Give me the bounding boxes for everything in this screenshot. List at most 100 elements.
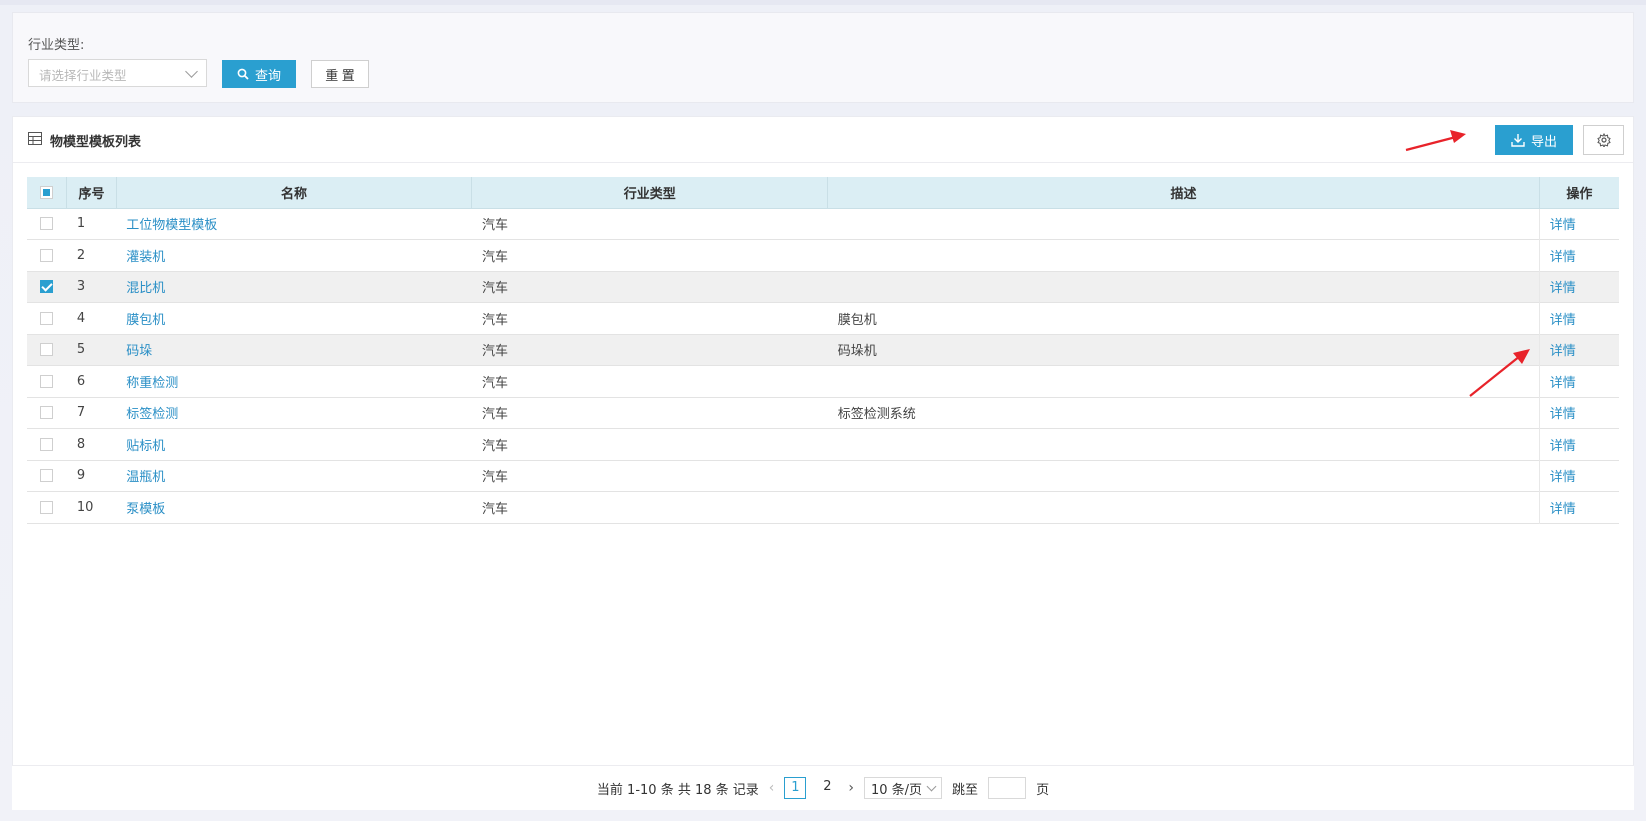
column-header-index: 序号: [66, 177, 117, 209]
row-checkbox[interactable]: [40, 406, 54, 420]
row-index: 3: [76, 279, 86, 295]
row-checkbox[interactable]: [40, 374, 54, 388]
row-checkbox[interactable]: [40, 437, 54, 451]
industry-type-select[interactable]: 请选择行业类型: [28, 59, 207, 87]
column-header-industry: 行业类型: [471, 177, 829, 209]
row-detail-link[interactable]: 详情: [1550, 376, 1576, 391]
gear-icon: [1596, 133, 1611, 147]
row-industry: 汽车: [481, 218, 508, 234]
row-name-link[interactable]: 灌装机: [126, 250, 165, 265]
pagination: 当前 1-10 条 共 18 条 记录 ‹ 1 2 › 10 条/页 跳至 页: [12, 765, 1634, 810]
table-header-row: 序号 名称 行业类型 描述 操作: [27, 177, 1619, 209]
row-detail-link[interactable]: 详情: [1550, 344, 1576, 359]
row-desc: [828, 271, 1540, 303]
row-desc: [828, 429, 1540, 461]
row-index: 2: [76, 247, 86, 263]
row-checkbox[interactable]: [40, 343, 54, 357]
row-checkbox[interactable]: [40, 500, 54, 514]
row-name-link[interactable]: 称重检测: [126, 376, 178, 391]
row-checkbox[interactable]: [40, 311, 54, 325]
column-header-action: 操作: [1539, 177, 1619, 209]
row-index: 9: [76, 468, 86, 484]
row-detail-link[interactable]: 详情: [1550, 218, 1576, 233]
export-button-label: 导出: [1530, 133, 1557, 149]
table-row: 7 标签检测 汽车 标签检测系统 详情: [27, 397, 1619, 429]
page-suffix: 页: [1036, 782, 1050, 798]
row-checkbox[interactable]: [40, 217, 54, 231]
template-list-panel: 物模型模板列表 导出 序号 名称 行业类型 描述 操作 1 工位物模型模板 汽车…: [12, 116, 1634, 809]
jump-page-input[interactable]: [988, 777, 1027, 799]
row-industry: 汽车: [481, 281, 508, 297]
select-placeholder: 请选择行业类型: [39, 68, 127, 83]
table-row: 6 称重检测 汽车 详情: [27, 365, 1619, 398]
column-header-desc: 描述: [827, 177, 1540, 209]
row-index: 10: [76, 499, 94, 515]
panel-header: 物模型模板列表 导出: [13, 117, 1633, 163]
page-button-2[interactable]: 2: [816, 777, 838, 799]
table-row: 8 贴标机 汽车 详情: [27, 428, 1619, 461]
page-button-1[interactable]: 1: [784, 777, 807, 799]
select-all-checkbox[interactable]: [40, 185, 54, 199]
row-index: 1: [76, 216, 86, 232]
row-industry: 汽车: [481, 407, 508, 423]
table-row: 10 泵模板 汽车 详情: [27, 491, 1619, 523]
select-all-cell: [27, 177, 68, 209]
download-icon: [1511, 134, 1525, 147]
panel-title: 物模型模板列表: [50, 135, 142, 150]
row-industry: 汽车: [481, 312, 508, 328]
table-row: 9 温瓶机 汽车 详情: [27, 460, 1619, 492]
row-name-link[interactable]: 混比机: [126, 281, 165, 296]
row-detail-link[interactable]: 详情: [1550, 250, 1576, 265]
row-index: 5: [76, 342, 86, 358]
row-name-link[interactable]: 标签检测: [126, 407, 178, 422]
chevron-down-icon: [926, 781, 937, 791]
row-name-link[interactable]: 温瓶机: [126, 470, 165, 485]
row-detail-link[interactable]: 详情: [1550, 502, 1576, 517]
row-name-link[interactable]: 泵模板: [126, 502, 165, 517]
row-desc: 标签检测系统: [837, 407, 916, 423]
row-name-link[interactable]: 码垛: [126, 344, 152, 359]
row-detail-link[interactable]: 详情: [1550, 313, 1576, 328]
row-name-link[interactable]: 膜包机: [126, 313, 165, 328]
table-row: 3 混比机 汽车 详情: [27, 271, 1619, 303]
table-row: 5 码垛 汽车 码垛机 详情: [27, 334, 1619, 366]
query-button[interactable]: 查询: [222, 60, 296, 88]
export-button[interactable]: 导出: [1495, 125, 1573, 155]
table-row: 2 灌装机 汽车 详情: [27, 239, 1619, 271]
row-checkbox[interactable]: [40, 248, 54, 262]
table-row: 1 工位物模型模板 汽车 详情: [27, 208, 1619, 240]
row-detail-link[interactable]: 详情: [1550, 281, 1576, 296]
page-size-select[interactable]: 10 条/页: [863, 777, 943, 799]
row-desc: 膜包机: [837, 312, 877, 328]
next-page-icon[interactable]: ›: [848, 780, 854, 796]
row-index: 7: [76, 405, 86, 421]
column-header-name: 名称: [116, 177, 473, 209]
settings-button[interactable]: [1583, 125, 1624, 155]
template-table: 序号 名称 行业类型 描述 操作 1 工位物模型模板 汽车 详情 2 灌装机 汽…: [27, 177, 1619, 751]
search-icon: [237, 68, 249, 80]
reset-button[interactable]: 重 置: [311, 60, 369, 88]
row-name-link[interactable]: 工位物模型模板: [126, 218, 217, 233]
page-size-value: 10 条/页: [870, 782, 923, 798]
row-industry: 汽车: [481, 501, 508, 517]
row-checkbox[interactable]: [40, 280, 54, 294]
row-checkbox[interactable]: [40, 469, 54, 483]
row-detail-link[interactable]: 详情: [1550, 470, 1576, 485]
table-row: 4 膜包机 汽车 膜包机 详情: [27, 302, 1619, 334]
table-body: 1 工位物模型模板 汽车 详情 2 灌装机 汽车 详情 3 混比机 汽车 详情 …: [27, 208, 1619, 523]
reset-button-label: 重 置: [325, 67, 355, 83]
prev-page-icon[interactable]: ‹: [769, 780, 775, 796]
row-industry: 汽车: [481, 249, 508, 265]
filter-panel: 行业类型: 请选择行业类型 查询 重 置: [12, 12, 1634, 103]
row-index: 8: [76, 436, 86, 452]
row-detail-link[interactable]: 详情: [1550, 439, 1576, 454]
jump-label: 跳至: [952, 782, 979, 798]
row-desc: [828, 366, 1540, 398]
row-name-link[interactable]: 贴标机: [126, 439, 165, 454]
row-detail-link[interactable]: 详情: [1550, 407, 1576, 422]
pagination-summary: 当前 1-10 条 共 18 条 记录: [596, 782, 759, 798]
top-strip: [0, 0, 1646, 5]
row-desc: 码垛机: [837, 344, 877, 360]
row-index: 4: [76, 310, 86, 326]
row-industry: 汽车: [481, 438, 508, 454]
